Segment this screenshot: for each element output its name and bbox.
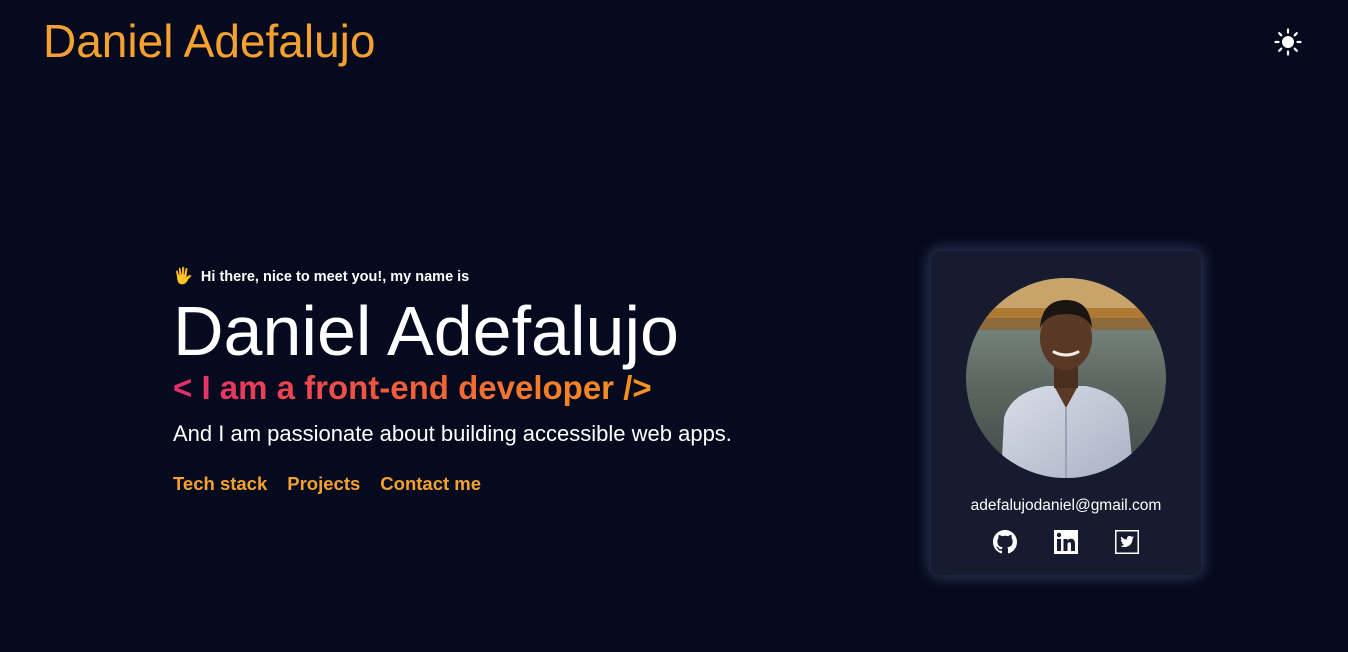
hero-section: 🖐 Hi there, nice to meet you!, my name i…: [173, 266, 873, 496]
hero-name: Daniel Adefalujo: [173, 292, 679, 370]
linkedin-icon: [1054, 530, 1078, 554]
theme-toggle-button[interactable]: [1273, 27, 1303, 57]
profile-card: adefalujodaniel@gmail.com: [931, 251, 1201, 575]
hero-role: < I am a front-end developer />: [173, 369, 652, 406]
greeting: 🖐 Hi there, nice to meet you!, my name i…: [173, 266, 873, 288]
sun-icon: [1274, 28, 1302, 56]
social-links: [931, 530, 1201, 554]
page: Daniel Adefalujo 🖐 Hi there, nice to mee…: [0, 0, 1348, 652]
github-link[interactable]: [993, 530, 1017, 554]
hero-nav: Tech stack Projects Contact me: [173, 472, 873, 496]
site-logo[interactable]: Daniel Adefalujo: [43, 14, 375, 68]
projects-link[interactable]: Projects: [287, 472, 360, 496]
profile-photo: [966, 278, 1166, 478]
email-link[interactable]: adefalujodaniel@gmail.com: [931, 496, 1201, 516]
tech-stack-link[interactable]: Tech stack: [173, 472, 267, 496]
twitter-icon: [1115, 530, 1139, 554]
hero-tagline: And I am passionate about building acces…: [173, 421, 732, 446]
twitter-link[interactable]: [1115, 530, 1139, 554]
contact-me-link[interactable]: Contact me: [380, 472, 481, 496]
greeting-text: Hi there, nice to meet you!, my name is: [200, 269, 470, 285]
linkedin-link[interactable]: [1054, 530, 1078, 554]
github-icon: [993, 530, 1017, 554]
waving-hand-icon: 🖐: [173, 268, 193, 285]
